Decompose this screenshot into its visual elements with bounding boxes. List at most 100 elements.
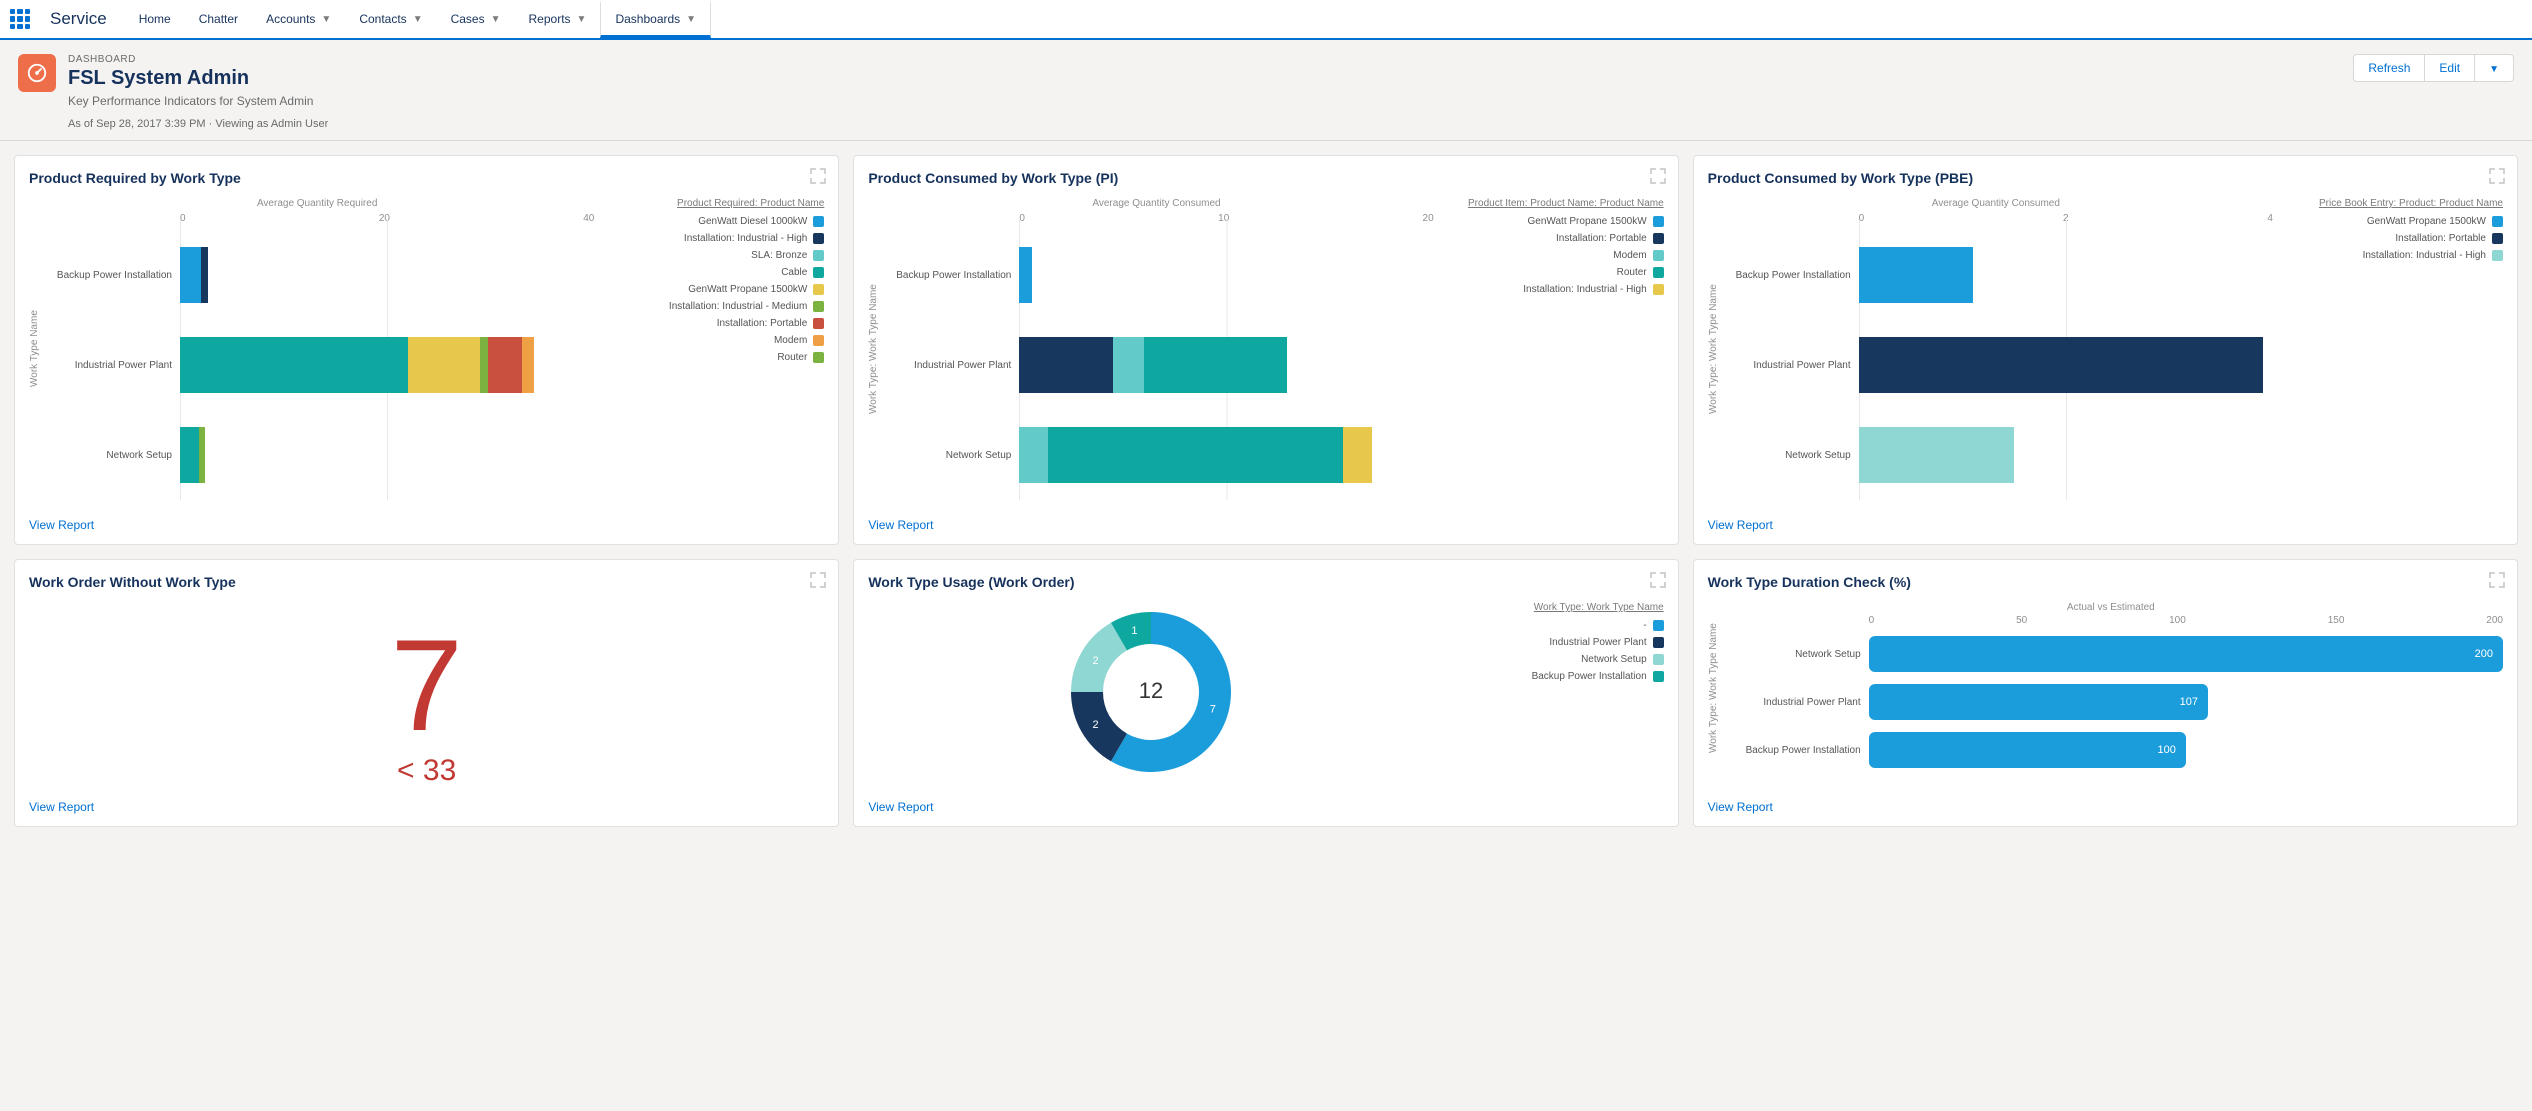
chevron-down-icon: ▼ [686,14,696,25]
x-axis-ticks: 01020 [879,213,1433,224]
x-axis-label: Average Quantity Consumed [1719,198,2273,209]
dashboard-grid: Product Required by Work TypeWork Type N… [0,141,2532,841]
bar-segment [1859,337,2263,393]
view-report-link[interactable]: View Report [868,800,933,814]
legend-item: Installation: Portable [1444,230,1664,247]
view-report-link[interactable]: View Report [1708,800,1773,814]
refresh-button[interactable]: Refresh [2353,54,2425,82]
expand-icon[interactable] [2489,168,2505,184]
bar: 100 [1869,732,2186,768]
dashboard-icon [18,54,56,92]
legend-item: Modem [604,332,824,349]
dashboard-actions: Refresh Edit ▼ [2353,54,2514,82]
category-label: Network Setup [40,450,180,461]
card-title: Work Type Duration Check (%) [1708,574,2503,590]
category-label: Network Setup [1719,649,1869,660]
legend-item: Installation: Portable [604,315,824,332]
bar-segment [1144,337,1287,393]
nav-tab-dashboards[interactable]: Dashboards▼ [600,0,711,38]
bar-segment [180,337,408,393]
legend-swatch [1653,233,1664,244]
nav-tab-cases[interactable]: Cases ▼ [437,0,515,38]
expand-icon[interactable] [810,572,826,588]
legend-swatch [2492,250,2503,261]
legend-item: Modem [1444,247,1664,264]
bar-stack [1019,427,1433,483]
chevron-down-icon: ▼ [491,14,501,25]
view-report-link[interactable]: View Report [29,518,94,532]
legend-title: Price Book Entry: Product: Product Name [2283,198,2503,209]
legend-item: SLA: Bronze [604,247,824,264]
nav-tab-label: Reports [529,12,571,26]
dashboard-kicker: DASHBOARD [68,54,2341,65]
bar-segment [1019,337,1112,393]
app-name: Service [38,9,119,29]
edit-button[interactable]: Edit [2425,54,2475,82]
view-report-link[interactable]: View Report [29,800,94,814]
legend-swatch [813,284,824,295]
nav-tab-label: Contacts [359,12,406,26]
category-label: Backup Power Installation [1719,270,1859,281]
legend-swatch [813,335,824,346]
legend-swatch [813,318,824,329]
nav-tab-label: Accounts [266,12,315,26]
legend-swatch [2492,216,2503,227]
svg-text:2: 2 [1092,719,1098,731]
nav-tabs: HomeChatterAccounts▼Contacts▼Cases▼Repor… [125,0,711,38]
bar-stack [1859,427,2273,483]
category-label: Network Setup [1719,450,1859,461]
bar-segment [480,337,487,393]
bar-segment [180,427,199,483]
legend-swatch [2492,233,2503,244]
svg-text:1: 1 [1131,625,1137,637]
bar: 200 [1869,636,2503,672]
bar-segment [522,337,534,393]
category-label: Backup Power Installation [40,270,180,281]
dashboard-card-wt_duration: Work Type Duration Check (%)Work Type: W… [1693,559,2518,827]
nav-tab-accounts[interactable]: Accounts ▼ [252,0,345,38]
x-axis-ticks: 02040 [40,213,594,224]
metric-condition: < 33 [29,754,824,788]
expand-icon[interactable] [1650,572,1666,588]
expand-icon[interactable] [810,168,826,184]
category-label: Backup Power Installation [1719,745,1869,756]
bar-stack [1859,247,2273,303]
bar: 107 [1869,684,2208,720]
app-launcher-icon[interactable] [8,7,32,31]
dashboard-card-prod_required: Product Required by Work TypeWork Type N… [14,155,839,545]
bar-stack [180,337,594,393]
bar-segment [1019,427,1048,483]
svg-text:12: 12 [1139,678,1163,703]
legend-item: Installation: Industrial - High [604,230,824,247]
category-label: Industrial Power Plant [879,360,1019,371]
nav-tab-label: Home [139,12,171,26]
category-label: Backup Power Installation [879,270,1019,281]
view-report-link[interactable]: View Report [1708,518,1773,532]
nav-tab-reports[interactable]: Reports▼ [515,0,601,38]
legend-item: Installation: Portable [2283,230,2503,247]
legend-item: Industrial Power Plant [1444,634,1664,651]
nav-tab-label: Chatter [199,12,238,26]
legend-item: GenWatt Propane 1500kW [604,281,824,298]
bar-stack [1859,337,2273,393]
category-label: Industrial Power Plant [1719,697,1869,708]
y-axis-label: Work Type: Work Type Name [868,198,879,500]
global-nav: Service HomeChatterAccounts▼Contacts▼Cas… [0,0,2532,40]
expand-icon[interactable] [1650,168,1666,184]
legend-item: Network Setup [1444,651,1664,668]
nav-tab-contacts[interactable]: Contacts▼ [345,0,436,38]
dashboard-more-button[interactable]: ▼ [2475,54,2514,82]
bar-segment [1113,337,1144,393]
dashboard-asof: As of Sep 28, 2017 3:39 PM · Viewing as … [68,118,2341,130]
card-title: Work Type Usage (Work Order) [868,574,1663,590]
nav-tab-label: Cases [451,12,485,26]
card-title: Product Consumed by Work Type (PBE) [1708,170,2503,186]
x-axis-label: Average Quantity Required [40,198,594,209]
legend-swatch [1653,284,1664,295]
nav-tab-chatter[interactable]: Chatter [185,0,252,38]
bar-segment [1343,427,1372,483]
expand-icon[interactable] [2489,572,2505,588]
chevron-down-icon: ▼ [321,14,331,25]
nav-tab-home[interactable]: Home [125,0,185,38]
view-report-link[interactable]: View Report [868,518,933,532]
